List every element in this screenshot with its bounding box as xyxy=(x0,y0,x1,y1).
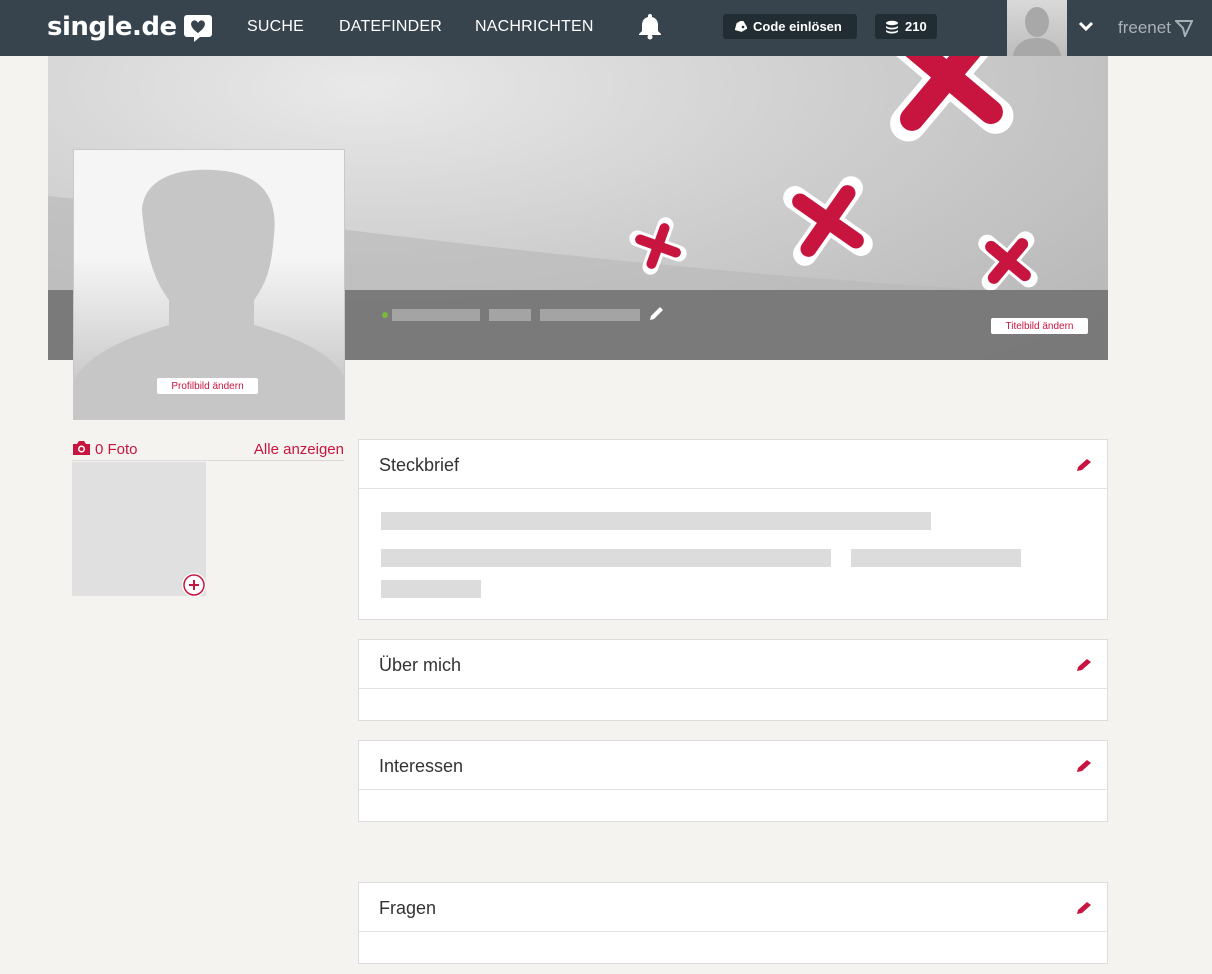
top-navigation-bar: single.de SUCHE DATEFINDER NACHRICHTEN C… xyxy=(0,0,1212,56)
logo-text: single.de xyxy=(47,12,177,42)
site-logo[interactable]: single.de xyxy=(47,10,213,44)
coins-balance[interactable]: 210 xyxy=(875,14,937,39)
nav-messages[interactable]: NACHRICHTEN xyxy=(475,18,594,36)
coins-count: 210 xyxy=(905,19,927,34)
section-questions: Fragen xyxy=(358,882,1108,964)
camera-icon xyxy=(73,441,90,455)
pixelated-text xyxy=(381,512,931,530)
redeem-code-button[interactable]: Code einlösen xyxy=(723,14,857,39)
pixelated-text xyxy=(381,549,831,567)
freenet-logo-icon xyxy=(1174,20,1193,37)
online-status-dot xyxy=(382,312,388,318)
nav-datefinder[interactable]: DATEFINDER xyxy=(339,18,442,36)
chevron-down-icon[interactable] xyxy=(1078,18,1094,34)
section-header: Über mich xyxy=(359,640,1107,689)
user-avatar[interactable] xyxy=(1007,0,1067,56)
freenet-brand[interactable]: freenet xyxy=(1118,18,1193,38)
coins-icon xyxy=(886,20,898,33)
add-photo-plus-icon[interactable] xyxy=(182,573,206,597)
pixelated-text xyxy=(381,580,481,598)
section-steckbrief: Steckbrief xyxy=(358,439,1108,620)
show-all-photos-link[interactable]: Alle anzeigen xyxy=(254,441,344,458)
section-header: Fragen xyxy=(359,883,1107,932)
avatar-silhouette-icon xyxy=(1013,7,1061,56)
section-title: Interessen xyxy=(379,756,464,776)
pixelated-text xyxy=(851,549,1021,567)
section-header: Steckbrief xyxy=(359,440,1107,489)
tag-icon xyxy=(734,20,747,32)
heart-logo-icon xyxy=(183,15,212,42)
section-header: Interessen xyxy=(359,741,1107,790)
profile-name-pixelated xyxy=(489,309,531,321)
notification-bell-icon[interactable] xyxy=(638,12,662,40)
section-interests: Interessen xyxy=(358,740,1108,822)
photos-header: 0 Foto Alle anzeigen xyxy=(72,440,344,461)
edit-pencil-icon[interactable] xyxy=(1075,458,1093,472)
nav-search[interactable]: SUCHE xyxy=(247,18,304,36)
redeem-code-label: Code einlösen xyxy=(753,19,842,34)
edit-pencil-icon[interactable] xyxy=(1075,759,1093,773)
change-profile-picture-button[interactable]: Profilbild ändern xyxy=(157,378,258,394)
section-title: Über mich xyxy=(379,655,462,675)
profile-name-pixelated xyxy=(540,309,640,321)
section-about-me: Über mich xyxy=(358,639,1108,721)
photo-count: 0 Foto xyxy=(95,441,138,458)
freenet-label: freenet xyxy=(1118,18,1171,37)
edit-pencil-icon[interactable] xyxy=(1075,901,1093,915)
section-title: Steckbrief xyxy=(379,455,460,475)
edit-pencil-icon[interactable] xyxy=(1075,658,1093,672)
section-title: Fragen xyxy=(379,898,437,918)
profile-name-pixelated xyxy=(392,309,480,321)
edit-name-pencil-icon[interactable] xyxy=(647,305,665,323)
change-cover-button[interactable]: Titelbild ändern xyxy=(991,318,1088,334)
